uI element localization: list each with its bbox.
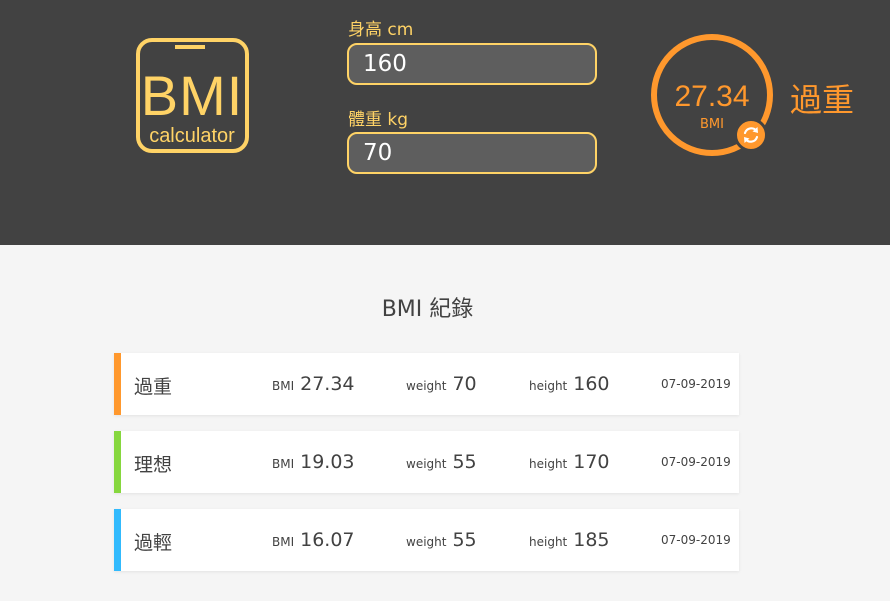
record-height-value: 170: [573, 451, 610, 473]
record-bmi-value: 19.03: [300, 451, 355, 473]
record-bmi-label: BMI: [272, 457, 295, 471]
record-bmi-label: BMI: [272, 535, 295, 549]
record-date: 07-09-2019: [661, 455, 731, 469]
record-weight-value: 70: [452, 373, 477, 395]
record-weight-value: 55: [452, 529, 477, 551]
record-height-label: height: [529, 457, 568, 471]
record-date: 07-09-2019: [661, 533, 731, 547]
weight-input[interactable]: [347, 132, 597, 174]
record-weight-label: weight: [406, 535, 447, 549]
record-item: 過輕 BMI 16.07 weight 55 height 185 07-09-201…: [114, 509, 739, 571]
record-height-value: 160: [573, 373, 610, 395]
weight-label: 體重 kg: [348, 110, 409, 130]
record-height-label: height: [529, 535, 568, 549]
record-date: 07-09-2019: [661, 377, 731, 391]
record-weight-label: weight: [406, 379, 447, 393]
height-input[interactable]: [347, 43, 597, 85]
record-status: 過重: [134, 376, 173, 398]
record-bmi-value: 27.34: [300, 373, 355, 395]
bmi-logo: BMI calculator: [136, 38, 249, 153]
record-item: 過重 BMI 27.34 weight 70 height 160 07-09-201…: [114, 353, 739, 415]
height-label: 身高 cm: [348, 20, 414, 40]
record-height-value: 185: [573, 529, 610, 551]
refresh-button[interactable]: [734, 118, 768, 152]
record-status-bar: [114, 509, 121, 571]
record-status: 理想: [134, 454, 173, 476]
result-bmi-value: 27.34: [674, 80, 750, 113]
logo-text: BMI: [141, 64, 244, 127]
record-status-bar: [114, 353, 121, 415]
record-status: 過輕: [134, 532, 173, 554]
record-weight-value: 55: [452, 451, 477, 473]
result-status: 過重: [790, 81, 855, 119]
header: BMI calculator 身高 cm 體重 kg 27.34 BMI 過重: [0, 0, 890, 245]
refresh-icon: [743, 127, 759, 143]
record-item: 理想 BMI 19.03 weight 55 height 170 07-09-201…: [114, 431, 739, 493]
records-title: BMI 紀錄: [381, 297, 474, 322]
record-status-bar: [114, 431, 121, 493]
record-bmi-value: 16.07: [300, 529, 355, 551]
record-height-label: height: [529, 379, 568, 393]
record-bmi-label: BMI: [272, 379, 295, 393]
logo-subtitle: calculator: [149, 125, 235, 147]
record-weight-label: weight: [406, 457, 447, 471]
